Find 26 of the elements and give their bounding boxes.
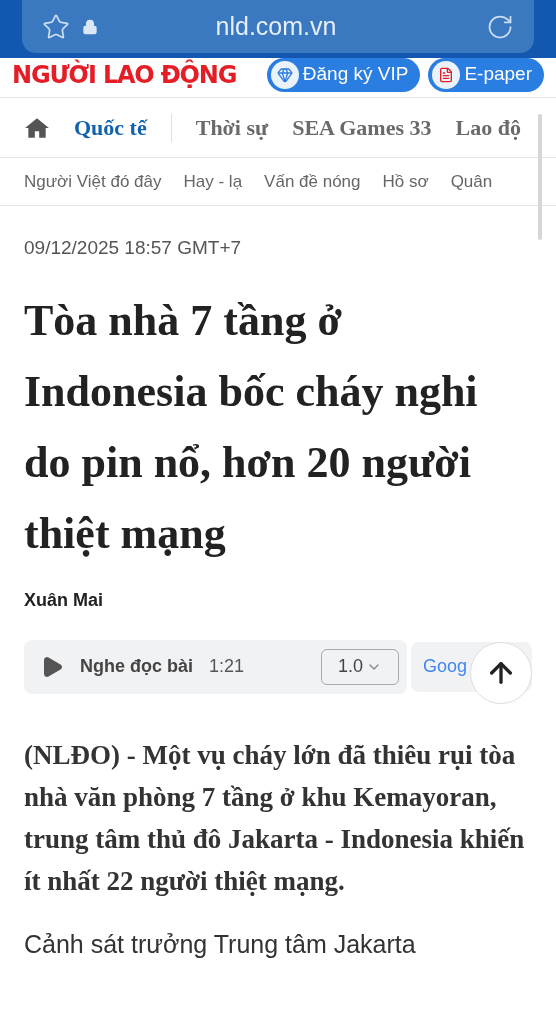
url-text: nld.com.vn [214,10,338,42]
nav-tab[interactable]: Lao độ [455,111,521,144]
vip-button[interactable]: Đăng ký VIP [266,57,421,92]
article-title: Tòa nhà 7 tầng ở Indonesia bốc cháy nghi do pin nổ, hơn 20 người thiệt mạng [24,294,479,560]
subnav-link[interactable]: Quân [450,168,493,195]
author-name: Xuân Mai [24,588,104,612]
publish-date: 09/12/2025 18:57 GMT+7 [24,236,243,260]
audio-label: Nghe đọc bài [80,655,193,678]
nav-tab[interactable]: Thời sự [195,111,269,144]
document-icon [438,66,455,83]
article-body: Cảnh sát trưởng Trung tâm Jakarta [24,928,417,960]
bookmark-icon[interactable] [42,12,70,41]
nav-tab[interactable]: SEA Games 33 [292,111,432,144]
diamond-icon [276,66,293,83]
article-lead: (NLĐO) - Một vụ cháy lớn đã thiêu rụi tòa nhà văn phòng 7 tầng ở khu Kemayoran, trung tâm thủ đô Jakarta - Indonesia khiến ít nhất 22 người thiệt mạng. [24,738,526,898]
nav-tab[interactable]: Quốc tế [74,111,147,144]
provider-name: Goog [422,655,467,678]
subnav-link[interactable]: Hồ sơ [382,168,429,195]
subnav-link[interactable]: Hay - lạ [183,168,243,195]
subnav-link[interactable]: Người Việt đó đây [24,168,162,195]
epaper-button[interactable]: E-paper [428,57,544,92]
speed-select[interactable]: 1.0 [320,648,399,685]
audio-duration: 1:21 [209,655,245,678]
lock-icon [82,18,98,35]
address-bar[interactable]: nld.com.vn [22,0,534,53]
subnav-link[interactable]: Vấn đề nóng [264,168,361,195]
